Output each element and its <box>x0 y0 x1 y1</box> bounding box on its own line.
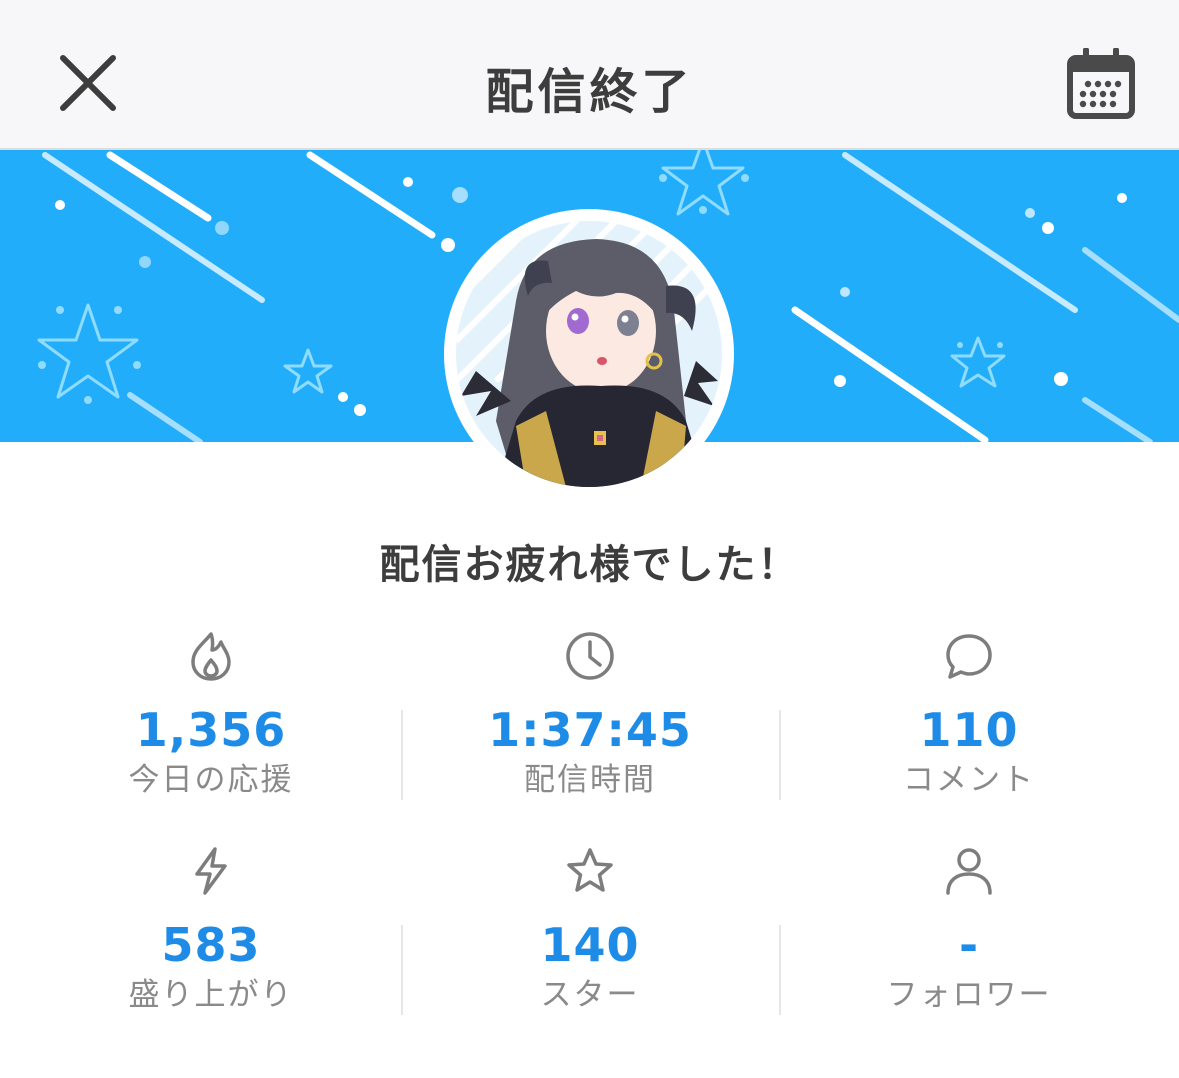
stat-label: コメント <box>903 762 1035 798</box>
clock-icon <box>566 632 614 680</box>
flame-icon <box>191 632 231 681</box>
stat-value: 110 <box>919 703 1019 757</box>
stat-duration: 1:37:45 配信時間 <box>401 630 779 800</box>
stat-value: - <box>958 918 980 972</box>
star-icon <box>567 848 613 892</box>
page-title: 配信終了 <box>485 64 694 120</box>
stat-followers: - フォロワー <box>780 845 1158 1015</box>
comment-icon <box>946 634 992 679</box>
lightning-icon <box>195 847 227 895</box>
avatar[interactable] <box>444 209 734 499</box>
stat-value: 1,356 <box>135 703 287 757</box>
stat-value: 583 <box>161 918 261 972</box>
stat-value: 140 <box>540 918 640 972</box>
stat-label: スター <box>540 977 640 1013</box>
stat-label: 配信時間 <box>524 762 656 798</box>
person-icon <box>946 848 992 895</box>
stat-value: 1:37:45 <box>488 703 692 757</box>
greeting-message: 配信お疲れ様でした！ <box>379 542 800 588</box>
avatar-image <box>456 221 722 487</box>
stat-stars: 140 スター <box>401 845 779 1015</box>
stat-comments: 110 コメント <box>780 630 1158 800</box>
calendar-button[interactable] <box>1066 47 1136 120</box>
stat-label: フォロワー <box>886 977 1052 1013</box>
stat-excitement: 583 盛り上がり <box>22 845 400 1015</box>
stat-label: 今日の応援 <box>128 762 294 798</box>
header-bar: 配信終了 <box>0 0 1179 150</box>
calendar-icon <box>1067 47 1135 119</box>
stat-label: 盛り上がり <box>128 977 294 1013</box>
stat-support: 1,356 今日の応援 <box>22 630 400 800</box>
